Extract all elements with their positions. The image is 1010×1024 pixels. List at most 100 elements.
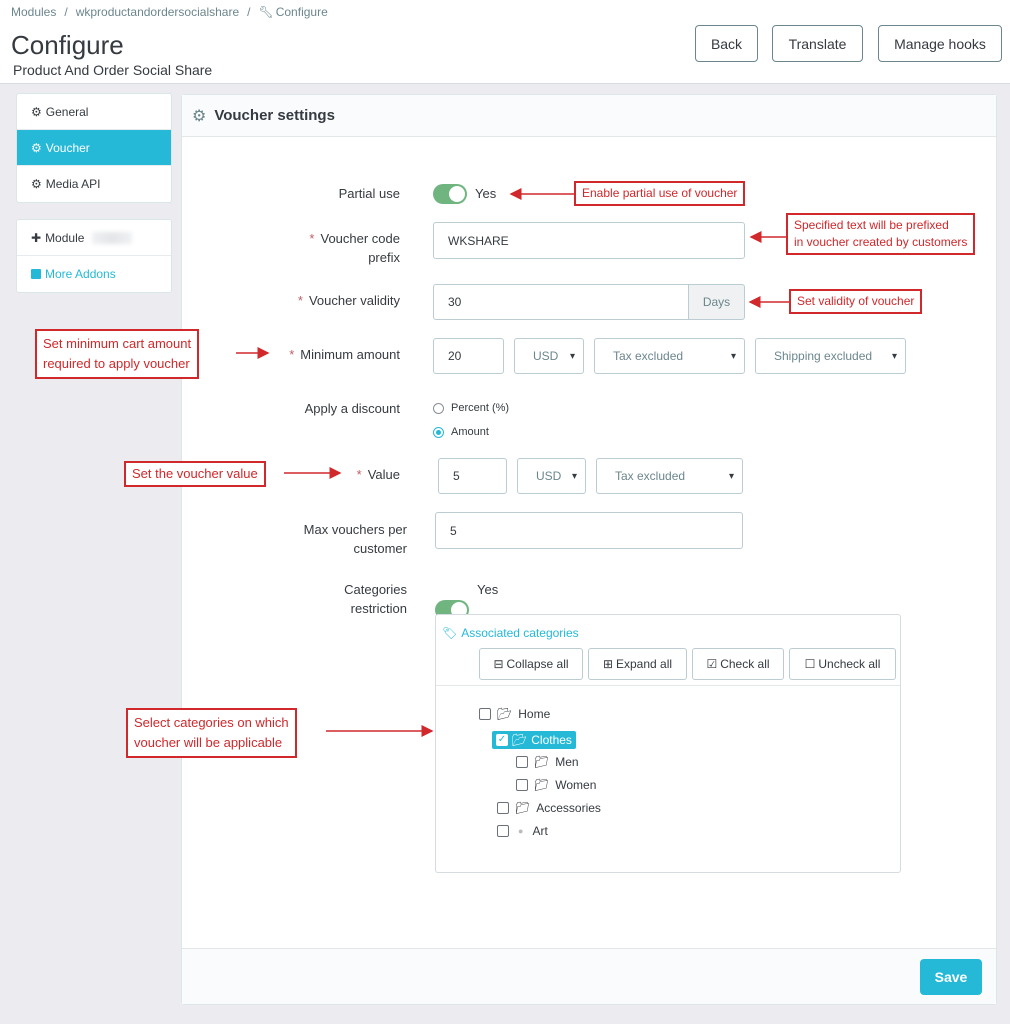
check-all-button[interactable]: ☑ Check all [692, 648, 784, 680]
square-icon: ☐ [804, 657, 816, 671]
puzzle-icon: ✚ [31, 230, 42, 245]
folder-icon: 📁︎ [515, 801, 531, 815]
sidebar-item-label: General [45, 104, 89, 119]
folder-icon: 📁︎ [534, 778, 550, 792]
prefix-input[interactable]: WKSHARE [433, 222, 745, 259]
sidebar-extra: ✚ Module More Addons [16, 219, 172, 293]
prefix-label: * Voucher code prefix [309, 231, 400, 265]
plus-square-icon: ⊞ [602, 657, 613, 671]
gear-icon: ⚙ [31, 177, 42, 191]
percent-option[interactable]: Percent (%) [433, 402, 509, 414]
women-checkbox[interactable] [516, 779, 528, 791]
chevron-down-icon: ▾ [728, 470, 734, 482]
amount-radio[interactable] [433, 426, 444, 438]
annotation-partial-use: Enable partial use of voucher [574, 181, 746, 206]
tree-node-men[interactable]: 📁︎ Men [516, 755, 579, 769]
tree-node-accessories[interactable]: 📁︎ Accessories [497, 801, 601, 815]
sidebar-item-label: Module [45, 230, 85, 245]
minimum-currency-select[interactable]: USD ▾ [514, 338, 584, 374]
partial-use-value: Yes [475, 186, 497, 201]
blurred-text [92, 231, 133, 244]
sidebar-item-label: Media API [45, 177, 101, 191]
panel-header: ⚙ Voucher settings [182, 95, 996, 137]
sidebar-item-voucher[interactable]: ⚙ Voucher [17, 130, 171, 166]
dot-icon: ● [518, 826, 524, 836]
minus-square-icon: ⊟ [493, 657, 504, 671]
value-currency-select[interactable]: USD ▾ [517, 458, 586, 494]
collapse-all-button[interactable]: ⊟ Collapse all [479, 648, 583, 680]
external-link-icon [31, 269, 41, 279]
folder-open-icon: 📂︎ [512, 733, 528, 747]
value-tax-select[interactable]: Tax excluded ▾ [596, 458, 743, 494]
translate-button[interactable]: Translate [772, 25, 863, 62]
accessories-checkbox[interactable] [497, 802, 509, 814]
breadcrumb-modules[interactable]: Modules [11, 5, 56, 19]
minimum-amount-input[interactable]: 20 [433, 338, 504, 374]
page-header: Modules / wkproductandordersocialshare /… [0, 0, 1010, 84]
breadcrumb: Modules / wkproductandordersocialshare /… [11, 5, 328, 19]
annotation-minimum-amount: Set minimum cart amount required to appl… [35, 329, 200, 379]
amount-option[interactable]: Amount [433, 426, 489, 438]
panel-title: Voucher settings [214, 107, 335, 124]
men-checkbox[interactable] [516, 756, 528, 768]
chevron-down-icon: ▾ [891, 350, 897, 362]
back-button[interactable]: Back [695, 25, 758, 62]
chevron-down-icon: ▾ [569, 350, 575, 362]
checkbox-checked-icon[interactable]: ✓ [496, 734, 508, 746]
annotation-categories: Select categories on which voucher will … [126, 708, 297, 758]
minimum-shipping-select[interactable]: Shipping excluded ▾ [755, 338, 906, 374]
art-checkbox[interactable] [497, 825, 509, 837]
apply-discount-label: Apply a discount [304, 401, 400, 416]
uncheck-all-button[interactable]: ☐ Uncheck all [789, 648, 896, 680]
breadcrumb-configure: Configure [275, 5, 328, 19]
gear-icon: ⚙ [31, 104, 42, 119]
validity-unit: Days [689, 284, 745, 320]
sidebar-item-more-addons[interactable]: More Addons [17, 256, 171, 292]
categories-restriction-value: Yes [477, 582, 499, 597]
value-label: * Value [356, 467, 400, 482]
annotation-value: Set the voucher value [124, 461, 266, 487]
sidebar-item-label: More Addons [45, 267, 116, 281]
home-checkbox[interactable] [479, 708, 491, 720]
categories-restriction-label: Categories restriction [344, 582, 407, 616]
save-button[interactable]: Save [920, 959, 982, 995]
folder-open-icon: 📂︎ [497, 707, 513, 721]
check-square-icon: ☑ [706, 657, 718, 671]
annotation-validity: Set validity of voucher [789, 289, 923, 314]
panel-footer: Save [182, 948, 996, 1004]
tree-node-clothes[interactable]: ✓ 📂︎ Clothes [492, 731, 576, 749]
sidebar-item-media-api[interactable]: ⚙ Media API [17, 166, 171, 202]
partial-use-label: Partial use [338, 186, 400, 201]
validity-label: * Voucher validity [297, 293, 400, 308]
cogs-icon: ⚙ [192, 107, 207, 125]
tree-node-home[interactable]: 📂︎ Home [479, 707, 550, 721]
chevron-down-icon: ▾ [571, 470, 577, 482]
wrench-icon: 🔧︎ [258, 5, 274, 19]
minimum-amount-label: * Minimum amount [289, 347, 400, 362]
breadcrumb-module[interactable]: wkproductandordersocialshare [76, 5, 239, 19]
tree-node-women[interactable]: 📁︎ Women [516, 778, 596, 792]
folder-icon: 📁︎ [534, 755, 550, 769]
validity-input[interactable]: 30 [433, 284, 689, 320]
sidebar-item-label: Voucher [45, 140, 90, 155]
page-subtitle: Product And Order Social Share [13, 62, 213, 78]
expand-all-button[interactable]: ⊞ Expand all [588, 648, 687, 680]
sidebar-tabs: ⚙ General ⚙ Voucher ⚙ Media API [16, 93, 172, 203]
sidebar-item-module[interactable]: ✚ Module [17, 220, 171, 256]
gear-icon: ⚙ [31, 140, 42, 155]
manage-hooks-button[interactable]: Manage hooks [878, 25, 1002, 62]
chevron-down-icon: ▾ [730, 350, 736, 362]
page-title: Configure [11, 30, 124, 60]
associated-categories-heading: 🏷︎ Associated categories [442, 626, 579, 640]
annotation-prefix: Specified text will be prefixed in vouch… [786, 213, 976, 255]
partial-use-toggle[interactable] [433, 184, 467, 204]
max-vouchers-input[interactable]: 5 [435, 512, 743, 549]
value-input[interactable]: 5 [438, 458, 507, 494]
percent-radio[interactable] [433, 402, 444, 414]
tree-node-art[interactable]: ● Art [497, 824, 548, 838]
category-tree: 🏷︎ Associated categories ⊟ Collapse all ⊞… [435, 614, 901, 873]
minimum-tax-select[interactable]: Tax excluded ▾ [594, 338, 745, 374]
max-vouchers-label: Max vouchers per customer [303, 522, 407, 556]
tag-icon: 🏷︎ [442, 626, 458, 640]
sidebar-item-general[interactable]: ⚙ General [17, 94, 171, 130]
